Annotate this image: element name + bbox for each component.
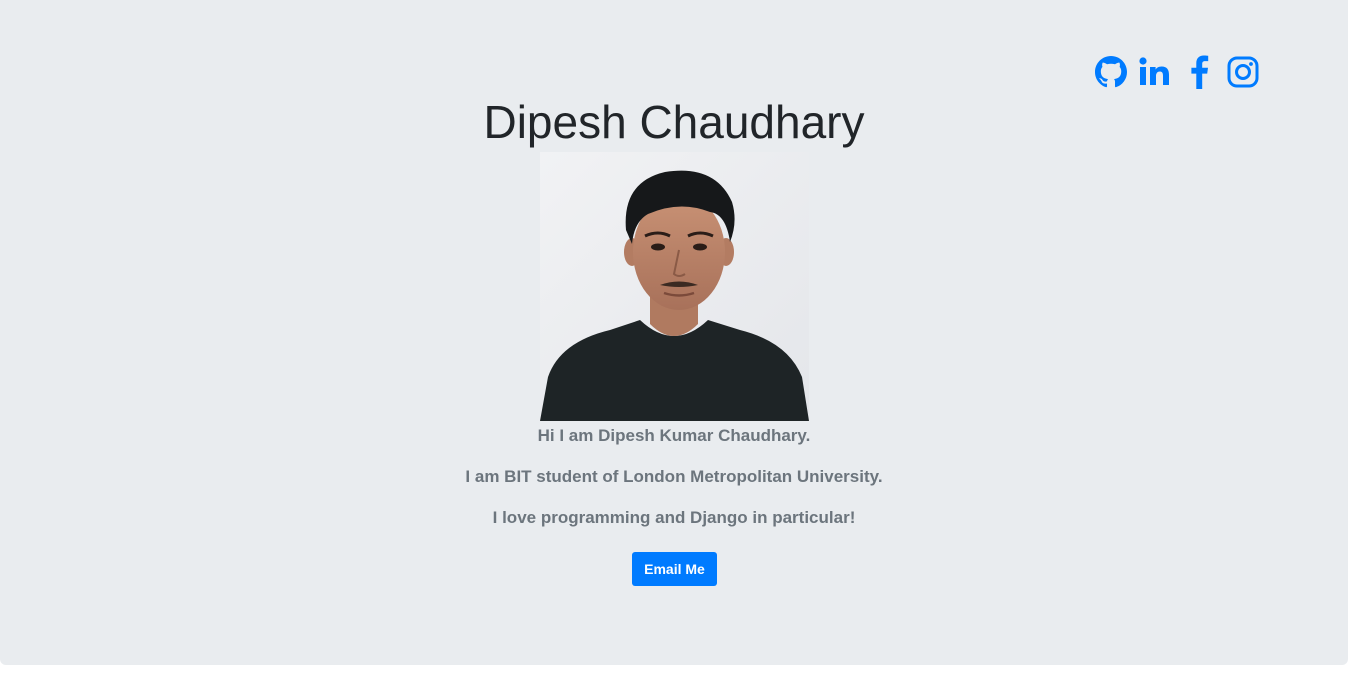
bio-line-interest: I love programming and Django in particu… [492, 508, 856, 527]
bio-line-education: I am BIT student of London Metropolitan … [465, 467, 883, 486]
hero-section: Dipesh Chaudhary Hi I am Dipesh Kumar Ch… [0, 0, 1348, 665]
linkedin-link[interactable] [1138, 55, 1172, 89]
social-links [1094, 55, 1260, 89]
profile-photo [540, 152, 809, 421]
facebook-icon [1191, 55, 1209, 89]
linkedin-icon [1139, 57, 1169, 85]
page-title: Dipesh Chaudhary [483, 96, 865, 148]
github-link[interactable] [1094, 55, 1128, 89]
instagram-link[interactable] [1226, 55, 1260, 89]
facebook-link[interactable] [1182, 55, 1216, 89]
bio-line-intro: Hi I am Dipesh Kumar Chaudhary. [537, 426, 811, 445]
profile-photo-image [540, 152, 809, 421]
github-icon [1095, 56, 1127, 88]
email-me-button[interactable]: Email Me [632, 552, 717, 586]
instagram-icon [1227, 56, 1259, 88]
